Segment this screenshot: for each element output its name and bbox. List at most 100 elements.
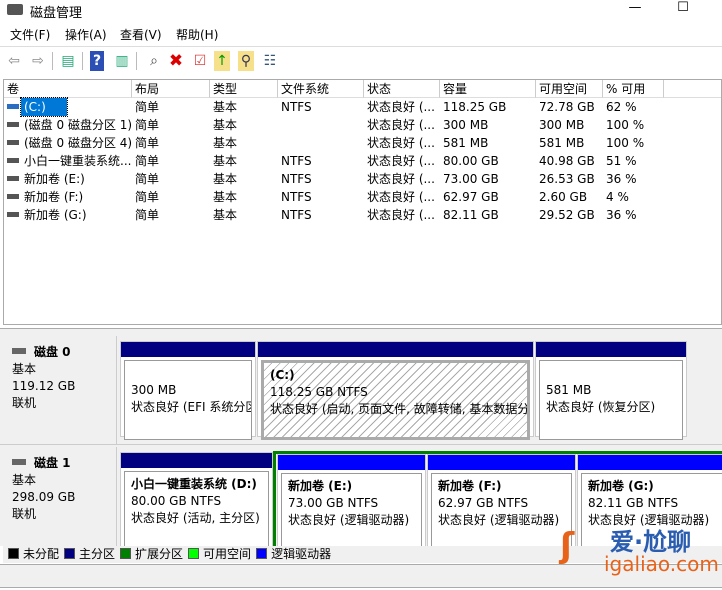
column-header[interactable]: 可用空间	[536, 80, 603, 98]
column-header[interactable]: 文件系统	[278, 80, 364, 98]
legend-swatch	[120, 548, 132, 559]
column-header[interactable]: 状态	[364, 80, 440, 98]
table-cell: 状态良好 (...	[367, 136, 435, 150]
disk-icon	[12, 459, 26, 465]
partition-status: 状态良好 (逻辑驱动器)	[288, 513, 410, 527]
table-cell: 基本	[213, 190, 238, 204]
disk-type: 基本	[12, 473, 37, 487]
volume-icon	[7, 122, 19, 127]
table-cell: 状态良好 (...	[367, 208, 435, 222]
table-cell: 80.00 GB	[443, 154, 499, 168]
table-cell: 581 MB	[443, 136, 489, 150]
volume-list[interactable]: 卷布局 类型 文件系统 状态 容量 可用空间% 可用 (C:) 简单 基本 NTFS 状态良好 (…	[3, 79, 722, 325]
table-cell: NTFS	[281, 208, 312, 222]
column-header[interactable]: 布局	[132, 80, 210, 98]
partition-status: 状态良好 (启动, 页面文件, 故障转储, 基本数据分区)	[270, 402, 530, 416]
separator	[52, 52, 53, 70]
partition-size: 73.00 GB NTFS	[288, 496, 379, 510]
column-header-empty	[664, 80, 721, 98]
volume-icon	[7, 158, 19, 163]
partition[interactable]: 300 MB 状态良好 (EFI 系统分区)	[120, 341, 256, 440]
delete-icon[interactable]: ✖	[166, 51, 186, 71]
partition-title: (C:)	[270, 368, 295, 382]
table-cell: 26.53 GB	[539, 172, 595, 186]
table-cell: 简单	[135, 208, 160, 222]
partition[interactable]: 581 MB 状态良好 (恢复分区)	[535, 341, 687, 440]
table-cell: 新加卷 (F:)	[24, 190, 84, 204]
checklist-icon[interactable]: ☷	[260, 51, 280, 71]
minimize-button[interactable]: —	[620, 0, 650, 18]
search-folder-icon[interactable]: ⚲	[238, 51, 254, 71]
watermark-url: igaliao.com	[604, 552, 719, 576]
disk-1-label[interactable]: 磁盘 1 基本 298.09 GB 联机	[3, 447, 117, 547]
disk-graphical-view: 磁盘 0 基本 119.12 GB 联机 300 MB 状态良好 (EFI 系统分…	[0, 328, 722, 553]
partition-box: (C:) 118.25 GB NTFS 状态良好 (启动, 页面文件, 故障转储, …	[261, 360, 530, 440]
table-cell: (磁盘 0 磁盘分区 4)	[24, 136, 132, 150]
back-arrow-icon[interactable]: ⇦	[4, 51, 24, 71]
disk-0-row: 磁盘 0 基本 119.12 GB 联机 300 MB 状态良好 (EFI 系统分…	[0, 336, 722, 445]
properties-icon[interactable]: ☑	[190, 51, 210, 71]
help-icon[interactable]: ?	[90, 51, 104, 71]
table-row[interactable]: (磁盘 0 磁盘分区 1) 简单 基本 状态良好 (... 300 MB 300 MB 10…	[4, 116, 721, 134]
table-cell: 状态良好 (...	[367, 118, 435, 132]
partition-type-bar	[258, 342, 533, 357]
partition-box: 300 MB 状态良好 (EFI 系统分区)	[124, 360, 252, 440]
disk-icon	[12, 348, 26, 354]
menu-bar: 文件(F) 操作(A) 查看(V) 帮助(H)	[0, 22, 722, 46]
table-cell: 100 %	[606, 136, 645, 150]
partition[interactable]: 小白一键重装系统 (D:) 80.00 GB NTFS 状态良好 (活动, 主分区)	[120, 452, 273, 551]
console-tree-icon[interactable]: ▤	[58, 51, 78, 71]
watermark-logo: ʃ 爱·尬聊 igaliao.com	[560, 520, 720, 582]
partition-status: 状态良好 (恢复分区)	[546, 400, 656, 414]
upload-folder-icon[interactable]: ↑	[214, 51, 230, 71]
partition-size: 581 MB	[546, 383, 592, 397]
column-header[interactable]: 容量	[440, 80, 536, 98]
disk-status: 联机	[12, 507, 37, 521]
disk-type: 基本	[12, 362, 37, 376]
table-row[interactable]: (磁盘 0 磁盘分区 4) 简单 基本 状态良好 (... 581 MB 581 MB 10…	[4, 134, 721, 152]
menu-file[interactable]: 文件(F)	[10, 26, 50, 43]
column-header[interactable]: % 可用	[603, 80, 664, 98]
menu-help[interactable]: 帮助(H)	[176, 26, 218, 43]
partition-box: 新加卷 (F:) 62.97 GB NTFS 状态良好 (逻辑驱动器)	[431, 473, 572, 553]
table-cell: 小白一键重装系统...	[24, 154, 132, 168]
table-cell: 简单	[135, 172, 160, 186]
menu-action[interactable]: 操作(A)	[65, 26, 107, 43]
toolbar: ⇦ ⇨ ▤ ? ▥ ⌕ ✖ ☑ ↑ ⚲ ☷	[0, 46, 722, 74]
window-title: 磁盘管理	[30, 6, 83, 21]
disk-name: 磁盘 0	[34, 345, 71, 359]
legend-label: 未分配	[23, 547, 60, 561]
table-row[interactable]: (C:) 简单 基本 NTFS 状态良好 (... 118.25 GB 72.78 GB 62…	[4, 97, 721, 117]
partition[interactable]: 新加卷 (E:) 73.00 GB NTFS 状态良好 (逻辑驱动器)	[277, 454, 426, 553]
legend-label: 主分区	[79, 547, 116, 561]
partition-type-bar	[536, 342, 686, 357]
table-row[interactable]: 新加卷 (F:) 简单 基本 NTFS 状态良好 (... 62.97 GB 2.60 GB…	[4, 188, 721, 206]
legend-swatch	[64, 548, 76, 559]
legend-label: 可用空间	[203, 547, 252, 561]
partition-size: 300 MB	[131, 383, 177, 397]
table-cell: 40.98 GB	[539, 154, 595, 168]
maximize-button[interactable]: ☐	[668, 0, 698, 18]
table-cell	[278, 116, 364, 134]
connect-disk-icon[interactable]: ⌕	[144, 51, 164, 71]
disk-status: 联机	[12, 396, 37, 410]
table-cell: 基本	[213, 208, 238, 222]
column-header[interactable]: 卷	[4, 80, 132, 98]
column-header[interactable]: 类型	[210, 80, 278, 98]
menu-view[interactable]: 查看(V)	[120, 26, 162, 43]
table-row[interactable]: 新加卷 (G:) 简单 基本 NTFS 状态良好 (... 82.11 GB 29.52 G…	[4, 206, 721, 224]
forward-arrow-icon[interactable]: ⇨	[28, 51, 48, 71]
action-pane-icon[interactable]: ▥	[112, 51, 132, 71]
table-cell: 新加卷 (G:)	[24, 208, 87, 222]
table-cell: 62 %	[606, 100, 637, 114]
table-cell: 基本	[213, 136, 238, 150]
table-row[interactable]: 小白一键重装系统... 简单 基本 NTFS 状态良好 (... 80.00 GB 40.9…	[4, 152, 721, 170]
partition-box: 新加卷 (E:) 73.00 GB NTFS 状态良好 (逻辑驱动器)	[281, 473, 422, 553]
partition[interactable]: (C:) 118.25 GB NTFS 状态良好 (启动, 页面文件, 故障转储, …	[257, 341, 534, 440]
table-row[interactable]: 新加卷 (E:) 简单 基本 NTFS 状态良好 (... 73.00 GB 26.53 G…	[4, 170, 721, 188]
disk-0-label[interactable]: 磁盘 0 基本 119.12 GB 联机	[3, 336, 117, 444]
partition[interactable]: 新加卷 (F:) 62.97 GB NTFS 状态良好 (逻辑驱动器)	[427, 454, 576, 553]
table-cell: 29.52 GB	[539, 208, 595, 222]
disk-size: 298.09 GB	[12, 490, 76, 504]
table-cell: 4 %	[606, 190, 629, 204]
